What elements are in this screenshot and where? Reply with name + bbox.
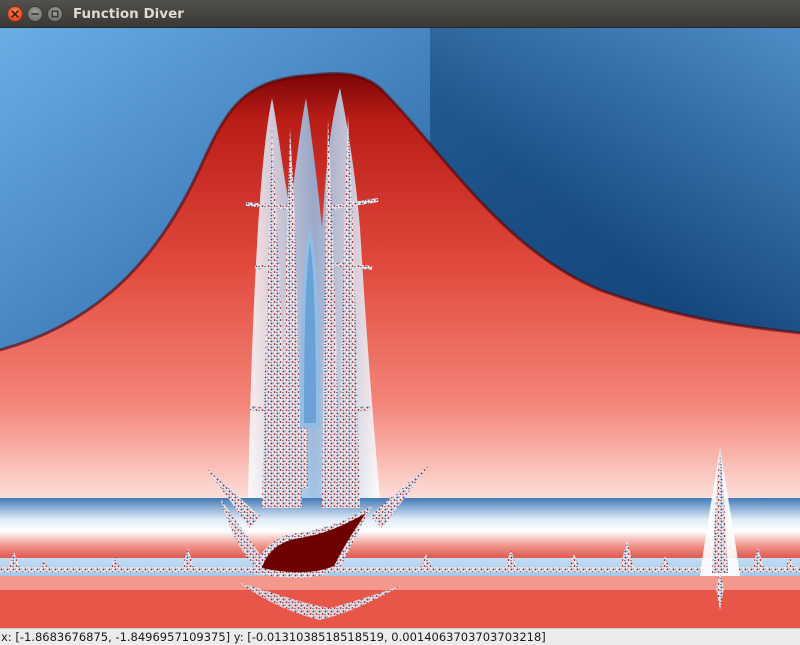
close-icon — [11, 10, 19, 18]
window-title: Function Diver — [73, 6, 184, 22]
coordinate-readout: x: [-1.8683676875, -1.8496957109375] y: … — [1, 630, 546, 644]
maximize-button[interactable] — [47, 6, 63, 22]
status-bar: x: [-1.8683676875, -1.8496957109375] y: … — [0, 628, 800, 645]
minimize-button[interactable] — [27, 6, 43, 22]
minimize-icon — [31, 13, 39, 15]
maximize-icon — [51, 10, 59, 18]
fractal-viewport[interactable] — [0, 28, 800, 628]
app-window: Function Diver x: [-1.8683676875, -1.849… — [0, 0, 800, 645]
close-button[interactable] — [7, 6, 23, 22]
title-bar[interactable]: Function Diver — [0, 0, 800, 28]
fractal-image — [0, 28, 800, 628]
